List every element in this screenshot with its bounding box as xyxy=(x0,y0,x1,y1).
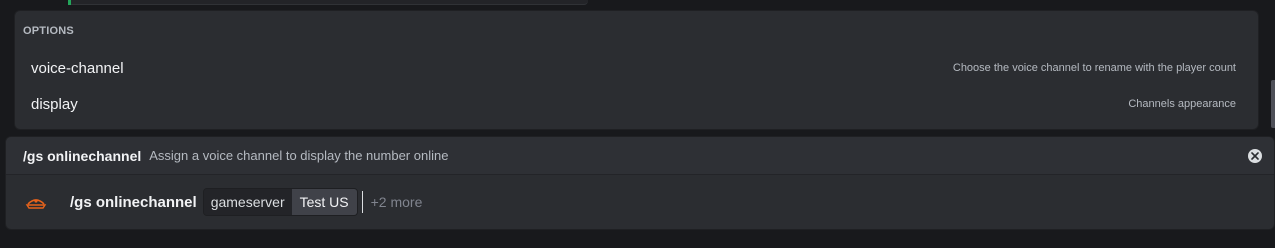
command-input-row[interactable]: /gs onlinechannel gameserver Test US +2 … xyxy=(6,175,1274,229)
option-display[interactable]: display Channels appearance xyxy=(23,89,1244,119)
options-panel: OPTIONS voice-channel Choose the voice c… xyxy=(14,10,1259,130)
scrollbar-thumb[interactable] xyxy=(1271,80,1275,128)
chip-option-value[interactable]: Test US xyxy=(291,189,357,215)
x-glyph xyxy=(1251,152,1259,160)
input-command-text: /gs onlinechannel xyxy=(70,193,197,211)
option-description: Channels appearance xyxy=(1128,98,1236,110)
command-title: /gs onlinechannel xyxy=(23,147,142,164)
command-header: /gs onlinechannel Assign a voice channel… xyxy=(6,137,1274,175)
option-name: display xyxy=(31,95,78,113)
more-options-hint: +2 more xyxy=(370,194,423,210)
option-voice-channel[interactable]: voice-channel Choose the voice channel t… xyxy=(23,53,1244,83)
option-description: Choose the voice channel to rename with … xyxy=(952,62,1236,74)
previous-panel-edge xyxy=(68,0,588,5)
options-header: OPTIONS xyxy=(23,25,74,37)
text-caret xyxy=(361,191,363,213)
command-description: Assign a voice channel to display the nu… xyxy=(149,148,449,163)
option-chip-gameserver[interactable]: gameserver Test US xyxy=(202,188,358,216)
close-icon[interactable] xyxy=(1248,149,1262,163)
command-panel: /gs onlinechannel Assign a voice channel… xyxy=(5,136,1275,230)
active-indicator xyxy=(68,0,71,5)
bot-avatar-icon xyxy=(24,190,48,214)
option-name: voice-channel xyxy=(31,59,124,77)
chip-option-name: gameserver xyxy=(203,189,292,215)
